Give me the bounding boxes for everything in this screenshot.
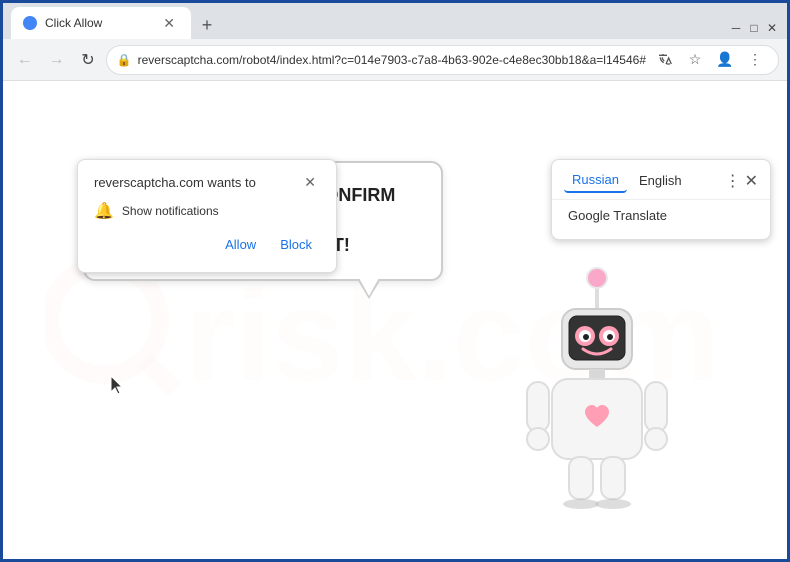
popup-header: reverscaptcha.com wants to ✕: [94, 172, 320, 193]
robot-container: [507, 264, 687, 529]
translate-tab-russian[interactable]: Russian: [564, 168, 627, 193]
translate-close-button[interactable]: ✕: [745, 171, 758, 191]
translate-bar[interactable]: Russian English ⋮ ✕ Google Translate: [551, 159, 771, 240]
tab-close-button[interactable]: ✕: [159, 13, 179, 34]
back-button[interactable]: ←: [11, 46, 39, 74]
lock-icon: 🔒: [117, 53, 132, 67]
active-tab[interactable]: Click Allow ✕: [11, 7, 191, 39]
new-tab-button[interactable]: +: [193, 11, 221, 39]
popup-close-button[interactable]: ✕: [300, 172, 320, 193]
refresh-button[interactable]: ↻: [74, 46, 102, 74]
page-content: risk.com CLICK «ALLOW» TO CONFIRM THAT Y…: [3, 81, 787, 559]
more-button[interactable]: ⋮: [742, 47, 768, 73]
browser-window: Click Allow ✕ + ─ □ ✕ ← → ↻ 🔒 reverscapt…: [3, 3, 787, 559]
close-window-button[interactable]: ✕: [765, 21, 779, 35]
tab-bar: Click Allow ✕ + ─ □ ✕: [3, 3, 787, 39]
address-right-icons: ☆ 👤 ⋮: [652, 47, 768, 73]
translate-tab-english[interactable]: English: [631, 169, 690, 192]
minimize-button[interactable]: ─: [729, 21, 743, 35]
tab-favicon: [23, 16, 37, 30]
block-button[interactable]: Block: [272, 233, 320, 256]
cursor: [111, 376, 125, 396]
window-controls: ─ □ ✕: [729, 21, 787, 39]
popup-title: reverscaptcha.com wants to: [94, 175, 256, 190]
translate-tabs: Russian English ⋮ ✕: [552, 168, 770, 200]
profile-button[interactable]: 👤: [712, 47, 738, 73]
allow-button[interactable]: Allow: [217, 233, 264, 256]
forward-button[interactable]: →: [43, 46, 71, 74]
translate-more-icon[interactable]: ⋮: [725, 171, 741, 191]
maximize-button[interactable]: □: [747, 21, 761, 35]
star-button[interactable]: ☆: [682, 47, 708, 73]
translate-icon[interactable]: [652, 47, 678, 73]
popup-permission-text: Show notifications: [122, 204, 219, 218]
popup-body: 🔔 Show notifications: [94, 201, 320, 221]
address-bar-row: ← → ↻ 🔒 reverscaptcha.com/robot4/index.h…: [3, 39, 787, 81]
google-translate-option[interactable]: Google Translate: [552, 200, 770, 231]
notification-popup: reverscaptcha.com wants to ✕ 🔔 Show noti…: [77, 159, 337, 273]
tab-title: Click Allow: [45, 16, 151, 30]
popup-actions: Allow Block: [94, 233, 320, 256]
bell-icon: 🔔: [94, 201, 114, 221]
address-box[interactable]: 🔒 reverscaptcha.com/robot4/index.html?c=…: [106, 45, 779, 75]
address-text: reverscaptcha.com/robot4/index.html?c=01…: [138, 53, 646, 67]
